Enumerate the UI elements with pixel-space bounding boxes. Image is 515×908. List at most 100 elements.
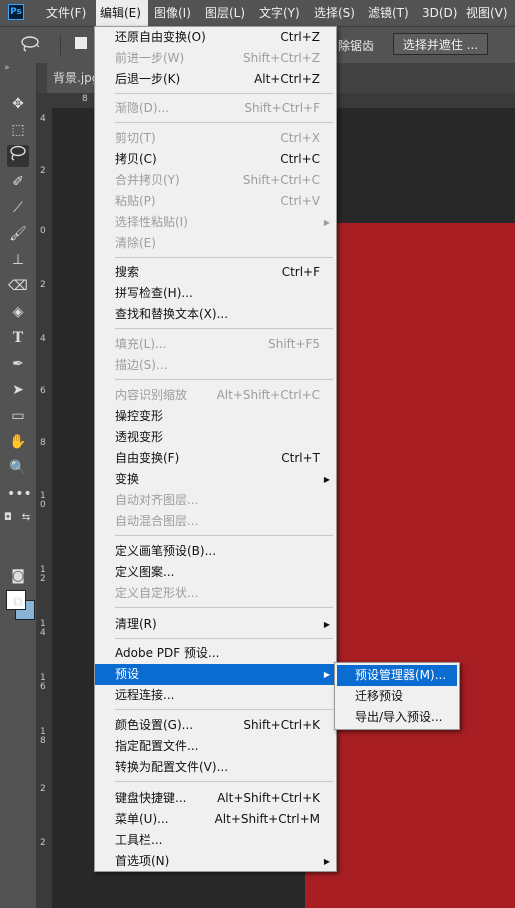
path-select-icon[interactable]: ➤: [7, 379, 29, 401]
menu-item-spell-check[interactable]: 拼写检查(H)...: [95, 283, 336, 304]
menu-item-perspective-warp[interactable]: 透视变形: [95, 427, 336, 448]
menu-separator: [115, 122, 333, 123]
submenu-arrow-icon: ▶: [323, 857, 330, 866]
menu-item-undo[interactable]: 还原自由变换(O) Ctrl+Z: [95, 27, 336, 48]
menu-item-presets[interactable]: 预设 ▶: [95, 664, 336, 685]
pen-icon[interactable]: ✒: [7, 353, 29, 375]
eyedropper-icon[interactable]: ⟋: [7, 197, 29, 219]
submenu-item-preset-manager[interactable]: 预设管理器(M)...: [337, 665, 457, 686]
menu-separator: [115, 709, 333, 710]
menu-item-puppet-warp[interactable]: 操控变形: [95, 406, 336, 427]
ruler-number: 1 2: [40, 565, 46, 584]
menu-item-purge[interactable]: 清理(R) ▶: [95, 614, 336, 635]
ruler-number: 4: [40, 114, 46, 124]
menu-item-step-backward[interactable]: 后退一步(K) Alt+Ctrl+Z: [95, 69, 336, 90]
collapse-panel-icon[interactable]: »: [4, 63, 10, 73]
menu-3d[interactable]: 3D(D): [418, 0, 461, 26]
submenu-item-migrate-presets[interactable]: 迁移预设: [337, 686, 457, 707]
move-icon[interactable]: ✥: [7, 93, 29, 115]
ruler-number: 6: [40, 386, 46, 396]
menu-item-fill: 填充(L)... Shift+F5: [115, 337, 320, 351]
lasso-tool-icon[interactable]: [7, 145, 29, 167]
menu-edit[interactable]: 编辑(E): [96, 0, 148, 26]
menu-item-copy-merged: 合并拷贝(Y) Shift+Ctrl+C: [115, 173, 320, 187]
menu-image[interactable]: 图像(I): [150, 0, 195, 26]
menu-separator: [115, 781, 333, 782]
default-colors-icon[interactable]: ◘: [2, 507, 14, 529]
hand-icon[interactable]: ✋: [7, 431, 29, 453]
menu-item-remote-connections[interactable]: 远程连接...: [95, 685, 336, 706]
menu-layer[interactable]: 图层(L): [201, 0, 249, 26]
menu-item-paste: 粘贴(P) Ctrl+V: [115, 194, 320, 208]
eraser-icon[interactable]: ⌫: [7, 275, 29, 297]
menu-view[interactable]: 视图(V): [462, 0, 512, 26]
rectangle-icon[interactable]: ▭: [7, 405, 29, 427]
quick-mask-icon[interactable]: ◙: [7, 565, 29, 587]
stamp-icon[interactable]: ⊥: [7, 249, 29, 271]
ruler-number: 1 6: [40, 673, 46, 692]
menu-item-stroke: 描边(S)...: [115, 358, 168, 372]
menu-file[interactable]: 文件(F): [42, 0, 90, 26]
ruler-number: 0: [40, 226, 46, 236]
menu-item-define-custom-shape: 定义自定形状...: [115, 586, 199, 600]
photoshop-logo-icon: Ps: [8, 4, 24, 20]
submenu-arrow-icon: ▶: [323, 620, 330, 629]
tools-panel: » ✥ ⬚ ✐ ⟋ 🖌 ⊥ ⌫ ◈ T ✒ ➤ ▭ ✋ 🔍 ••• ◘ ⇆ ◙ …: [0, 63, 37, 908]
paint-bucket-icon[interactable]: ◈: [7, 301, 29, 323]
menu-item-auto-blend-layers: 自动混合图层...: [115, 514, 199, 528]
menu-bar: Ps 文件(F) 编辑(E) 图像(I) 图层(L) 文字(Y) 选择(S) 滤…: [0, 0, 515, 26]
submenu-item-export-import-presets[interactable]: 导出/导入预设...: [337, 707, 457, 728]
menu-separator: [115, 607, 333, 608]
select-and-mask-button[interactable]: 选择并遮住 ...: [393, 33, 488, 55]
anti-alias-label: 除锯齿: [338, 39, 375, 53]
marquee-icon[interactable]: ⬚: [7, 119, 29, 141]
menu-filter[interactable]: 滤镜(T): [364, 0, 413, 26]
ruler-number: 2: [40, 166, 46, 176]
menu-item-content-aware-scale: 内容识别缩放 Alt+Shift+Ctrl+C: [115, 388, 320, 402]
menu-item-search[interactable]: 搜索 Ctrl+F: [95, 262, 336, 283]
ruler-number: 2: [40, 280, 46, 290]
menu-item-copy[interactable]: 拷贝(C) Ctrl+C: [95, 149, 336, 170]
edit-menu-dropdown: 还原自由变换(O) Ctrl+Z 前进一步(W) Shift+Ctrl+Z 后退一步…: [94, 26, 337, 872]
menu-item-transform[interactable]: 变换 ▶: [95, 469, 336, 490]
zoom-icon[interactable]: 🔍: [7, 457, 29, 479]
submenu-arrow-icon: ▶: [323, 218, 330, 227]
menu-item-assign-profile[interactable]: 指定配置文件...: [95, 736, 336, 757]
quick-select-icon[interactable]: ✐: [7, 171, 29, 193]
menu-item-step-forward: 前进一步(W) Shift+Ctrl+Z: [115, 51, 320, 65]
menu-item-auto-align-layers: 自动对齐图层...: [115, 493, 199, 507]
menu-item-find-replace[interactable]: 查找和替换文本(X)...: [95, 304, 336, 325]
ruler-number: 2: [40, 784, 46, 794]
menu-item-free-transform[interactable]: 自由变换(F) Ctrl+T: [95, 448, 336, 469]
screen-mode-icon[interactable]: ⧉: [7, 591, 29, 613]
menu-item-fade: 渐隐(D)... Shift+Ctrl+F: [115, 101, 320, 115]
options-separator: [60, 35, 61, 55]
menu-separator: [115, 257, 333, 258]
more-tools-icon[interactable]: •••: [7, 483, 32, 505]
menu-item-define-pattern[interactable]: 定义图案...: [95, 562, 336, 583]
brush-icon[interactable]: 🖌: [7, 223, 29, 245]
ruler-number: 4: [40, 334, 46, 344]
menu-separator: [115, 93, 333, 94]
ruler-vertical: 4 2 0 2 4 6 8 1 0 1 2 1 4 1 6 1 8 2 2: [37, 108, 53, 908]
menu-item-define-brush[interactable]: 定义画笔预设(B)...: [95, 541, 336, 562]
type-icon[interactable]: T: [7, 327, 29, 349]
new-selection-icon[interactable]: [75, 37, 87, 49]
menu-select[interactable]: 选择(S): [310, 0, 359, 26]
menu-item-paste-special: 选择性粘贴(I) ▶: [95, 212, 336, 233]
menu-item-convert-profile[interactable]: 转换为配置文件(V)...: [95, 757, 336, 778]
submenu-arrow-icon: ▶: [323, 670, 330, 679]
menu-separator: [115, 638, 333, 639]
menu-item-color-settings[interactable]: 颜色设置(G)... Shift+Ctrl+K: [95, 715, 336, 736]
menu-item-keyboard-shortcuts[interactable]: 键盘快捷键... Alt+Shift+Ctrl+K: [95, 788, 336, 809]
menu-item-menus[interactable]: 菜单(U)... Alt+Shift+Ctrl+M: [95, 809, 336, 830]
menu-type[interactable]: 文字(Y): [255, 0, 304, 26]
ruler-number: 1 4: [40, 619, 46, 638]
presets-submenu: 预设管理器(M)... 迁移预设 导出/导入预设...: [334, 662, 460, 730]
menu-item-preferences[interactable]: 首选项(N) ▶: [95, 851, 336, 872]
menu-item-toolbar[interactable]: 工具栏...: [95, 830, 336, 851]
menu-separator: [115, 535, 333, 536]
lasso-icon[interactable]: [20, 35, 42, 53]
swap-colors-icon[interactable]: ⇆: [20, 507, 32, 529]
menu-item-adobe-pdf-presets[interactable]: Adobe PDF 预设...: [95, 643, 336, 664]
